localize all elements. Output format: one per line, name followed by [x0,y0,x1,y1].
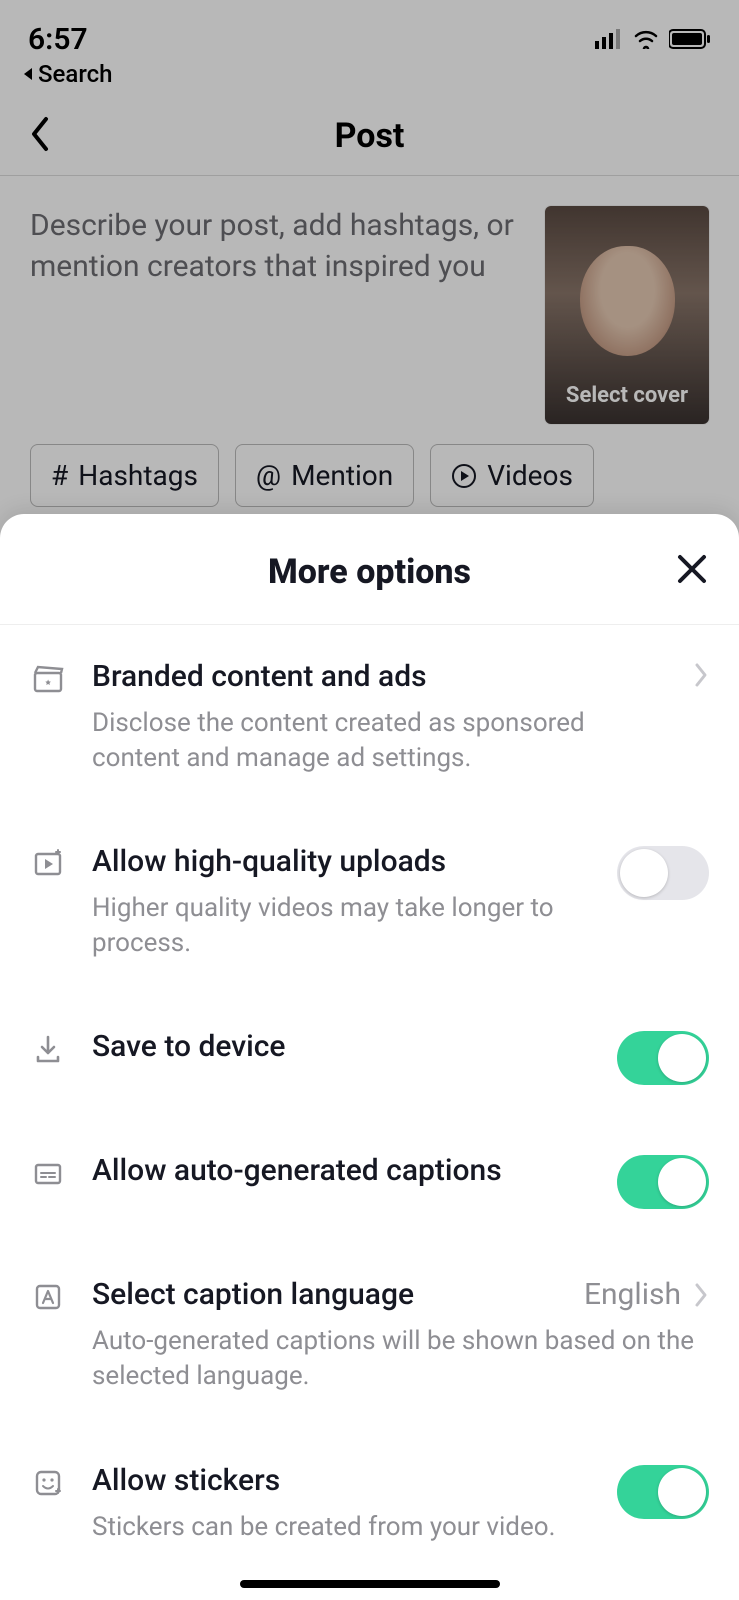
play-circle-icon [451,463,477,489]
hashtags-chip-label: Hashtags [78,459,198,492]
home-indicator[interactable] [240,1580,500,1588]
captions-icon [32,1157,64,1189]
option-title: Branded content and ads [92,659,667,694]
language-icon [32,1281,64,1313]
option-title: Allow high-quality uploads [92,844,591,879]
page-title: Post [0,116,739,156]
close-icon [675,552,709,586]
stickers-toggle[interactable] [617,1465,709,1519]
language-value: English [584,1277,681,1312]
chevron-left-icon [28,115,50,153]
captions-toggle[interactable] [617,1155,709,1209]
close-button[interactable] [675,552,709,590]
cover-thumbnail[interactable]: Select cover [545,206,709,424]
wifi-icon [633,29,659,49]
caret-left-icon [22,66,34,82]
caption-input[interactable]: Describe your post, add hashtags, or men… [30,206,525,424]
status-bar: 6:57 [0,0,739,60]
option-stickers: Allow stickers Stickers can be created f… [0,1429,739,1579]
select-cover-label: Select cover [545,383,709,408]
sheet-title: More options [0,552,739,592]
option-subtitle: Stickers can be created from your video. [92,1510,591,1545]
back-button[interactable] [28,115,50,157]
back-search-label: Search [38,60,112,88]
chevron-right-icon [693,661,709,689]
mention-chip-label: Mention [291,459,393,492]
hash-icon: # [51,459,68,492]
option-auto-captions: Allow auto-generated captions [0,1119,739,1243]
download-icon [32,1033,64,1065]
more-options-sheet: More options Branded content and ads Dis… [0,514,739,1600]
cellular-icon [595,29,623,49]
options-list: Branded content and ads Disclose the con… [0,625,739,1600]
option-title: Save to device [92,1029,591,1064]
status-indicators [595,29,711,49]
sticker-icon [32,1467,64,1499]
option-title: Select caption language [92,1277,414,1312]
save-toggle[interactable] [617,1031,709,1085]
cover-face [580,246,675,356]
option-title: Allow stickers [92,1463,591,1498]
videos-chip-label: Videos [487,459,573,492]
back-search-link[interactable]: Search [0,60,739,96]
option-subtitle: Higher quality videos may take longer to… [92,891,591,961]
page-header: Post [0,96,739,176]
option-branded-content[interactable]: Branded content and ads Disclose the con… [0,625,739,810]
hq-toggle[interactable] [617,846,709,900]
option-caption-language[interactable]: Select caption language English Auto-gen… [0,1243,739,1428]
status-time: 6:57 [28,22,88,57]
hashtags-chip[interactable]: # Hashtags [30,444,219,507]
mention-chip[interactable]: @ Mention [235,444,414,507]
chevron-right-icon [693,1281,709,1309]
option-subtitle: Auto-generated captions will be shown ba… [92,1324,709,1394]
battery-icon [669,29,711,49]
clapperboard-icon [32,663,64,695]
option-high-quality: Allow high-quality uploads Higher qualit… [0,810,739,995]
compose-area: Describe your post, add hashtags, or men… [0,176,739,444]
upload-video-icon [32,848,64,880]
option-subtitle: Disclose the content created as sponsore… [92,706,667,776]
at-icon: @ [256,459,281,492]
option-save-device: Save to device [0,995,739,1119]
sheet-header: More options [0,514,739,625]
option-title: Allow auto-generated captions [92,1153,591,1188]
videos-chip[interactable]: Videos [430,444,594,507]
